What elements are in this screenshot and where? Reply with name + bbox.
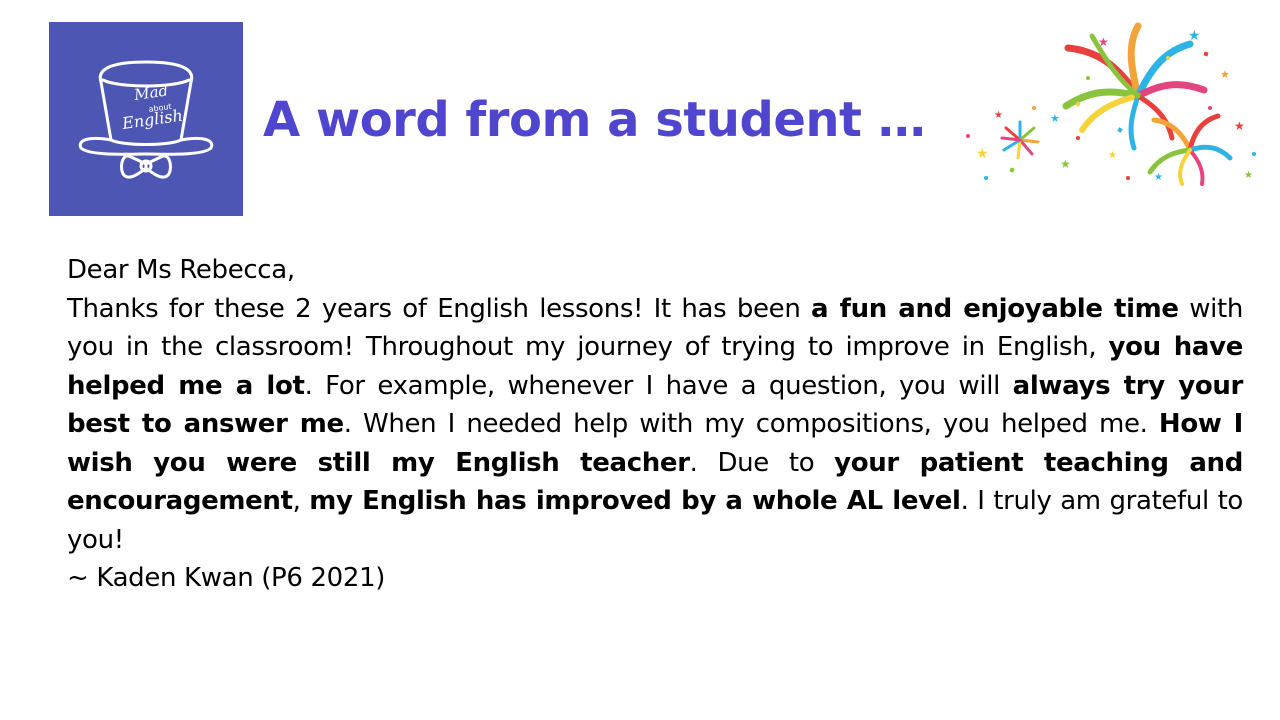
letter-highlight: a fun and enjoyable time (811, 293, 1179, 324)
letter-text: , (292, 486, 310, 516)
letter-greeting: Dear Ms Rebecca, (67, 255, 295, 285)
letter-body: Thanks for these 2 years of English less… (67, 290, 1243, 560)
firework-burst-small (1000, 120, 1040, 160)
letter-text: . Due to (689, 447, 835, 478)
letter-text: . For example, whenever I have a questio… (304, 370, 1013, 401)
top-hat-icon: Mad about English (78, 60, 214, 179)
logo-text-english: English (120, 106, 184, 133)
svg-text:★: ★ (976, 146, 989, 162)
svg-text:★: ★ (1220, 68, 1230, 81)
letter-highlight: my English has improved by a whole AL le… (309, 486, 961, 516)
svg-text:★: ★ (1050, 112, 1060, 125)
svg-text:★: ★ (1154, 172, 1163, 183)
logo-text-mad: Mad (132, 81, 169, 104)
fireworks-icon: ★ ★ ★ ★ ★ ★ ★ ★ ★ ★ ★ (966, 22, 1256, 186)
page-title: A word from a student … (263, 92, 926, 148)
svg-text:★: ★ (1060, 157, 1071, 171)
slide: Mad about English A word from a student … (0, 0, 1280, 720)
svg-text:★: ★ (1188, 28, 1201, 44)
mad-about-english-logo: Mad about English (49, 22, 243, 216)
firework-burst-large (1062, 22, 1208, 151)
svg-text:★: ★ (1108, 150, 1117, 161)
letter-text: Thanks for these 2 years of English less… (67, 293, 812, 324)
letter-signature: ~ Kaden Kwan (P6 2021) (67, 563, 386, 593)
svg-text:★: ★ (994, 110, 1003, 121)
svg-text:★: ★ (1244, 170, 1253, 181)
letter-text: . When I needed help with my composition… (343, 409, 1159, 439)
svg-text:★: ★ (1098, 35, 1109, 49)
svg-text:★: ★ (1234, 119, 1245, 133)
student-letter: Dear Ms Rebecca, Thanks for these 2 year… (67, 251, 1243, 598)
